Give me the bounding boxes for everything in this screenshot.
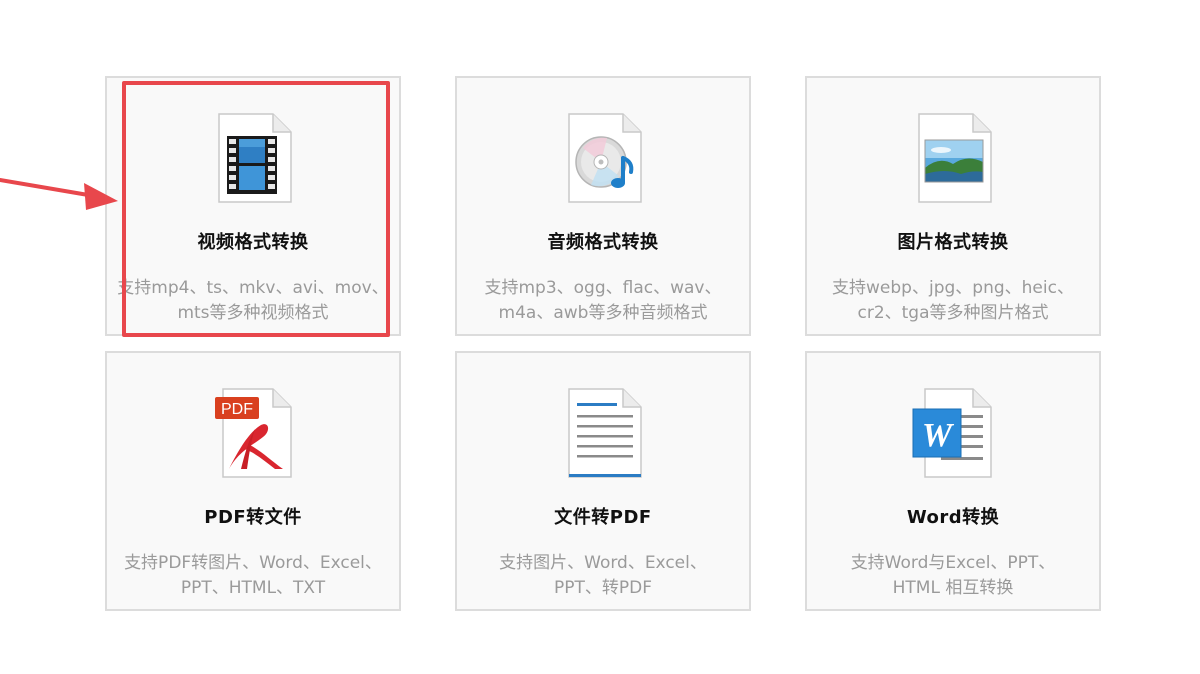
card-description: 支持webp、jpg、png、heic、 cr2、tga等多种图片格式 xyxy=(813,276,1093,326)
arrow-pointer-icon xyxy=(0,170,125,224)
card-description-line: cr2、tga等多种图片格式 xyxy=(857,303,1049,323)
file-to-pdf-card[interactable]: 文件转PDF 支持图片、Word、Excel、 PPT、转PDF xyxy=(455,351,751,611)
card-description-line: 支持mp4、ts、mkv、avi、mov、 xyxy=(117,278,389,298)
word-convert-card[interactable]: W Word转换 支持Word与Excel、PPT、 HTML 相互转换 xyxy=(805,351,1101,611)
card-description-line: m4a、awb等多种音频格式 xyxy=(498,303,708,323)
card-title: PDF转文件 xyxy=(204,507,302,528)
image-file-icon xyxy=(911,110,995,206)
word-file-icon: W xyxy=(911,385,995,481)
card-description: 支持mp3、ogg、flac、wav、 m4a、awb等多种音频格式 xyxy=(463,276,743,326)
pdf-badge-text: PDF xyxy=(221,401,253,418)
card-description: 支持mp4、ts、mkv、avi、mov、 mts等多种视频格式 xyxy=(113,276,393,326)
document-file-icon xyxy=(561,385,645,481)
card-description-line: 支持webp、jpg、png、heic、 xyxy=(832,278,1074,298)
video-file-icon xyxy=(211,110,295,206)
card-title: 视频格式转换 xyxy=(197,232,309,253)
image-convert-card[interactable]: 图片格式转换 支持webp、jpg、png、heic、 cr2、tga等多种图片… xyxy=(805,76,1101,336)
card-description-line: PPT、HTML、TXT xyxy=(180,578,326,598)
word-badge-text: W xyxy=(922,417,955,454)
card-description: 支持图片、Word、Excel、 PPT、转PDF xyxy=(463,551,743,601)
card-description: 支持PDF转图片、Word、Excel、 PPT、HTML、TXT xyxy=(113,551,393,601)
converter-grid: 视频格式转换 支持mp4、ts、mkv、avi、mov、 mts等多种视频格式 … xyxy=(105,76,1105,616)
card-title: Word转换 xyxy=(906,507,1000,528)
audio-file-icon xyxy=(561,110,645,206)
card-title: 音频格式转换 xyxy=(547,232,659,253)
card-description-line: mts等多种视频格式 xyxy=(177,303,329,323)
card-description-line: HTML 相互转换 xyxy=(892,578,1014,598)
card-description-line: 支持mp3、ogg、flac、wav、 xyxy=(484,278,722,298)
card-title: 文件转PDF xyxy=(554,507,652,528)
audio-convert-card[interactable]: 音频格式转换 支持mp3、ogg、flac、wav、 m4a、awb等多种音频格… xyxy=(455,76,751,336)
card-title: 图片格式转换 xyxy=(897,232,1009,253)
card-description-line: 支持PDF转图片、Word、Excel、 xyxy=(124,553,382,573)
pdf-to-file-card[interactable]: PDF PDF转文件 支持PDF转图片、Word、Excel、 PPT、HTML… xyxy=(105,351,401,611)
card-description: 支持Word与Excel、PPT、 HTML 相互转换 xyxy=(813,551,1093,601)
video-convert-card[interactable]: 视频格式转换 支持mp4、ts、mkv、avi、mov、 mts等多种视频格式 xyxy=(105,76,401,336)
card-description-line: 支持Word与Excel、PPT、 xyxy=(850,553,1056,573)
pdf-file-icon: PDF xyxy=(211,385,295,481)
card-description-line: PPT、转PDF xyxy=(553,578,652,598)
card-description-line: 支持图片、Word、Excel、 xyxy=(499,553,707,573)
